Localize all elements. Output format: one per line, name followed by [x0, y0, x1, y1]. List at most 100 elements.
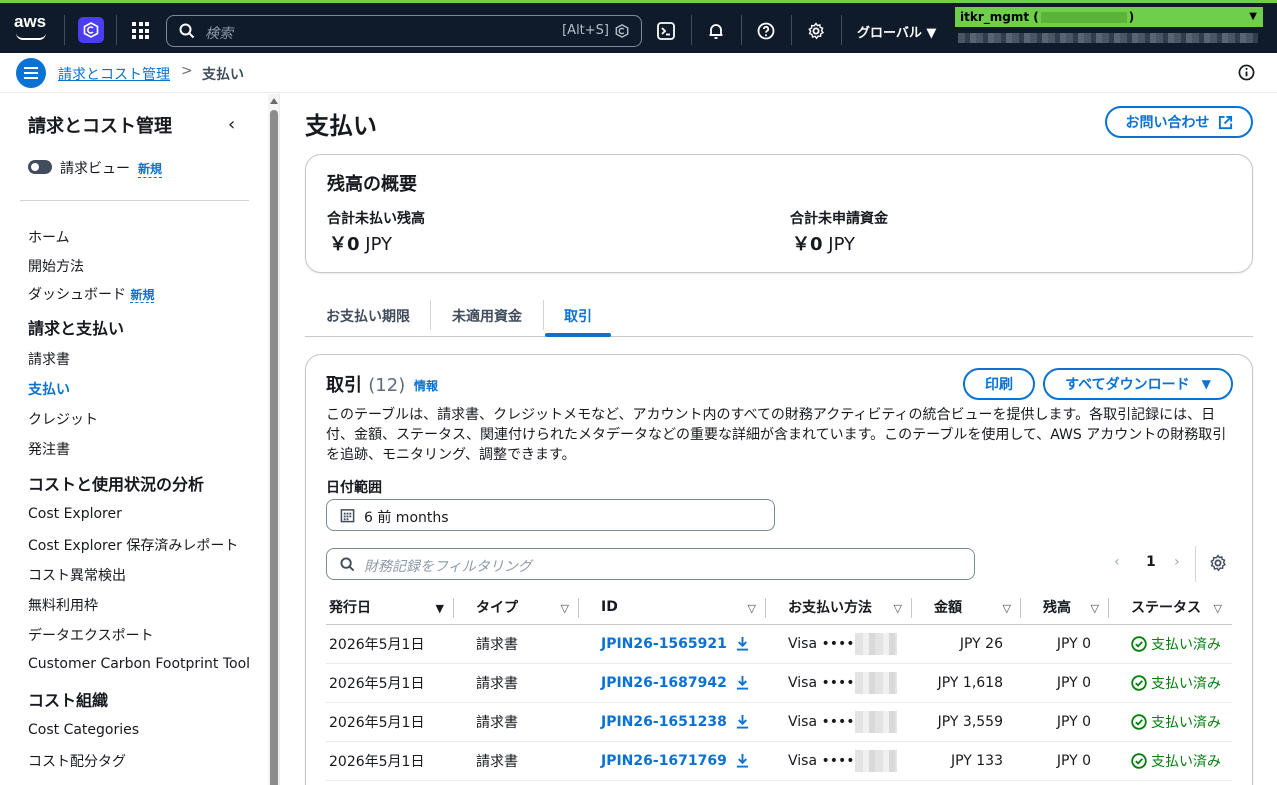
column-header-status[interactable]: ステータス ▽ [1109, 591, 1232, 625]
currency-symbol: ￥ [329, 234, 347, 255]
download-all-button[interactable]: すべてダウンロード ▼ [1043, 368, 1233, 400]
column-label: お支払い方法 [788, 600, 872, 617]
aws-logo[interactable]: aws [14, 13, 50, 43]
side-navigation: 請求とコスト管理 ‹ 請求ビュー 新規 ホーム 開始方法 ダッシュボード 新規 … [0, 94, 268, 785]
column-header-type[interactable]: タイプ ▽ [454, 591, 579, 625]
cell-balance: JPY 0 [1021, 702, 1109, 742]
sidebar-item-cost-allocation-tags[interactable]: コスト配分タグ [28, 751, 126, 771]
column-label: ステータス [1131, 600, 1201, 617]
notifications-bell-icon[interactable] [707, 22, 725, 40]
cell-id: JPIN26-1671769 [579, 741, 766, 781]
download-icon[interactable] [735, 753, 750, 768]
pagination-next-icon[interactable]: › [1174, 554, 1180, 570]
download-icon[interactable] [735, 636, 750, 651]
sidebar-divider [20, 200, 249, 201]
keyboard-shortcut-icon [615, 24, 629, 38]
pagination-prev-icon[interactable]: ‹ [1114, 554, 1120, 570]
download-icon[interactable] [735, 675, 750, 690]
sort-descending-icon: ▼ [435, 602, 444, 615]
account-id-redacted [1040, 12, 1127, 23]
sidebar-item-purchase-orders[interactable]: 発注書 [28, 439, 70, 459]
download-icon[interactable] [735, 714, 750, 729]
column-header-issue-date[interactable]: 発行日 ▼ [326, 591, 454, 625]
region-selector[interactable]: グローバル ▼ [857, 22, 936, 41]
sidebar-item-cost-explorer[interactable]: Cost Explorer [28, 506, 122, 522]
billing-view-toggle[interactable] [28, 160, 52, 174]
tab-transactions[interactable]: 取引 [545, 297, 611, 337]
column-header-balance[interactable]: 残高 ▽ [1021, 591, 1109, 625]
help-icon[interactable] [757, 22, 775, 40]
column-header-payment-method[interactable]: お支払い方法 ▽ [766, 591, 912, 625]
transactions-filter-input[interactable]: 財務記録をフィルタリング [326, 548, 975, 580]
sidebar-item-data-exports[interactable]: データエクスポート [28, 625, 154, 645]
sidebar-item-dashboard[interactable]: ダッシュボード 新規 [28, 284, 155, 304]
sidebar-item-carbon-footprint[interactable]: Customer Carbon Footprint Tool [28, 656, 250, 672]
amount: 0 [347, 234, 360, 255]
tab-divider [543, 300, 544, 330]
billing-view-label: 請求ビュー [60, 161, 130, 177]
status-text: 支払い済み [1151, 675, 1221, 692]
total-unpaid-value: ￥0 JPY [329, 230, 392, 256]
table-row: 2026年5月1日 請求書 JPIN26-1671769 Visa •••• J… [326, 741, 1232, 781]
nav-divider [691, 15, 692, 45]
cell-issue-date: 2026年5月1日 [326, 624, 454, 664]
contact-us-button[interactable]: お問い合わせ [1105, 106, 1253, 138]
table-preferences-gear-icon[interactable] [1209, 554, 1227, 572]
sidebar-item-credits[interactable]: クレジット [28, 409, 98, 429]
account-name-suffix: ) [1128, 10, 1135, 24]
scrollbar-thumb[interactable] [270, 110, 278, 785]
sidebar-item-free-tier[interactable]: 無料利用枠 [28, 595, 98, 615]
total-unpaid-label: 合計未払い残高 [327, 211, 425, 227]
global-search-input[interactable]: 検索 [Alt+S] [166, 15, 642, 47]
payments-tabs: お支払い期限 未適用資金 取引 [305, 297, 1253, 337]
cell-type: 請求書 [454, 663, 579, 703]
tab-payments-due[interactable]: お支払い期限 [305, 297, 431, 337]
column-label: 残高 [1043, 600, 1071, 617]
service-icon[interactable] [78, 17, 104, 43]
date-range-picker[interactable]: 6 前 months [326, 499, 775, 531]
invoice-id-link[interactable]: JPIN26-1687942 [601, 675, 727, 691]
sidebar-item-bills[interactable]: 請求書 [28, 349, 70, 369]
info-link[interactable]: 情報 [414, 377, 438, 394]
sidebar-item-home[interactable]: ホーム [28, 227, 70, 247]
pagination-page[interactable]: 1 [1146, 554, 1156, 570]
sidebar-item-payments[interactable]: 支払い [28, 379, 70, 399]
column-header-amount[interactable]: 金額 ▽ [912, 591, 1021, 625]
sidebar-item-getting-started[interactable]: 開始方法 [28, 256, 84, 276]
breadcrumb-bar: 請求とコスト管理 > 支払い [0, 53, 1277, 93]
info-icon[interactable] [1238, 64, 1255, 81]
search-icon [179, 23, 195, 39]
cloudshell-icon[interactable] [657, 22, 675, 40]
scroll-up-icon[interactable] [270, 98, 278, 104]
account-menu[interactable]: itkr_mgmt () ▼ [955, 7, 1263, 27]
invoice-id-link[interactable]: JPIN26-1565921 [601, 636, 727, 652]
apps-grid-icon[interactable] [132, 22, 149, 39]
calendar-icon [340, 509, 355, 523]
nav-divider [116, 15, 117, 45]
status-badge: 支払い済み [1131, 674, 1221, 692]
new-badge: 新規 [138, 162, 163, 178]
filter-placeholder: 財務記録をフィルタリング [364, 559, 532, 575]
sidebar-collapse-icon[interactable]: ‹ [228, 114, 235, 135]
invoice-id-link[interactable]: JPIN26-1671769 [601, 753, 727, 769]
cell-amount: JPY 26 [912, 624, 1021, 664]
cell-amount: JPY 3,559 [912, 702, 1021, 742]
currency-code: JPY [365, 234, 393, 255]
sidebar-item-anomaly-detection[interactable]: コスト異常検出 [28, 565, 126, 585]
menu-hamburger-icon[interactable] [16, 58, 46, 88]
balance-summary-card: 残高の概要 合計未払い残高 ￥0 JPY 合計未申請資金 ￥0 JPY [305, 154, 1253, 273]
tab-unapplied-funds[interactable]: 未適用資金 [431, 297, 543, 337]
sidebar-item-cost-categories[interactable]: Cost Categories [28, 722, 139, 738]
sort-icon: ▽ [747, 602, 756, 615]
payment-method-text: Visa •••• [788, 674, 855, 691]
status-badge: 支払い済み [1131, 752, 1221, 770]
invoice-id-link[interactable]: JPIN26-1651238 [601, 714, 727, 730]
sort-icon: ▽ [1213, 602, 1222, 615]
sidebar-scrollbar[interactable] [268, 94, 280, 785]
sidebar-item-cost-explorer-saved[interactable]: Cost Explorer 保存済みレポート [28, 535, 238, 555]
print-button[interactable]: 印刷 [963, 368, 1035, 400]
cell-payment-method: Visa •••• [766, 663, 912, 703]
column-header-id[interactable]: ID ▽ [579, 591, 766, 625]
settings-gear-icon[interactable] [807, 22, 825, 40]
breadcrumb-billing[interactable]: 請求とコスト管理 [58, 64, 170, 84]
